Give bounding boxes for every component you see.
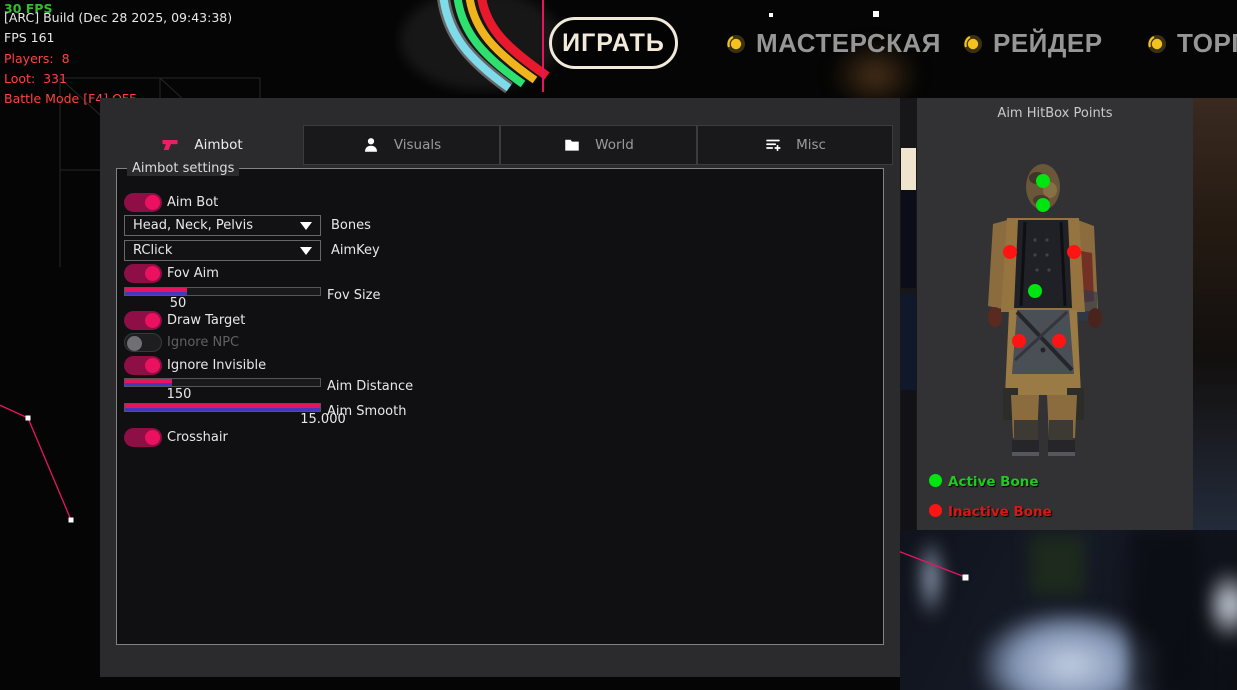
slider-fill [125,288,187,295]
legend-active-dot [929,474,942,487]
legend-inactive-label: Inactive Bone [948,504,1052,520]
fov-aim-label: Fov Aim [167,266,219,281]
toggle-knob [145,313,160,328]
hitbox-point-pelvis[interactable] [1028,284,1042,298]
ignore-invisible-label: Ignore Invisible [167,358,266,373]
aim-distance-value: 150 [151,387,207,402]
slider-fill [125,404,320,411]
hitbox-point-neck[interactable] [1036,198,1050,212]
hitbox-panel-title: Aim HitBox Points [917,106,1193,121]
aim-bot-toggle[interactable] [124,193,162,212]
fov-size-value: 50 [150,296,206,311]
toggle-knob [145,358,160,373]
chevron-down-icon [300,247,312,255]
ignore-invisible-toggle[interactable] [124,356,162,375]
toggle-knob [145,195,160,210]
chevron-down-icon [300,222,312,230]
aim-distance-label: Aim Distance [327,379,413,394]
ignore-npc-label: Ignore NPC [167,335,239,350]
fov-size-slider[interactable] [124,287,321,296]
tab-label: Misc [796,137,826,153]
tab-visuals[interactable]: Visuals [303,125,500,165]
fov-aim-toggle[interactable] [124,264,162,283]
aim-smooth-value: 15.000 [295,412,351,427]
groupbox-title: Aimbot settings [127,161,239,176]
aimkey-label: AimKey [331,243,380,258]
ignore-npc-toggle[interactable] [124,333,162,352]
person-icon [362,136,380,154]
tab-label: World [595,137,634,153]
bones-label: Bones [331,218,371,233]
toggle-knob [145,266,160,281]
hitbox-point-right-thigh[interactable] [1052,334,1066,348]
tab-aimbot[interactable]: Aimbot [100,125,303,165]
folder-icon [563,136,581,154]
bones-dropdown[interactable]: Head, Neck, Pelvis [124,215,321,236]
hitbox-point-right-shoulder[interactable] [1067,245,1081,259]
screen: 30 FPS [ARC] Build (Dec 28 2025, 09:43:3… [0,0,1237,690]
tab-world[interactable]: World [500,125,697,165]
hitbox-point-left-thigh[interactable] [1012,334,1026,348]
legend-active-label: Active Bone [948,474,1039,490]
hitbox-point-head[interactable] [1036,174,1050,188]
tab-misc[interactable]: Misc [697,125,893,165]
crosshair-toggle[interactable] [124,428,162,447]
player-model [955,160,1155,470]
aim-smooth-slider[interactable] [124,403,321,412]
hitbox-point-left-shoulder[interactable] [1003,245,1017,259]
draw-target-toggle[interactable] [124,311,162,330]
legend-inactive-dot [929,504,942,517]
crosshair-label: Crosshair [167,430,228,445]
aimkey-dropdown[interactable]: RClick [124,240,321,261]
aim-bot-label: Aim Bot [167,195,218,210]
toggle-knob [127,336,142,351]
aimkey-dropdown-value: RClick [133,243,300,258]
tab-label: Visuals [394,137,441,153]
pistol-icon [160,135,180,155]
bones-dropdown-value: Head, Neck, Pelvis [133,218,300,233]
toggle-knob [145,430,160,445]
tab-label: Aimbot [194,137,242,153]
sliders-icon [764,136,782,154]
fov-size-label: Fov Size [327,288,380,303]
draw-target-label: Draw Target [167,313,245,328]
aim-distance-slider[interactable] [124,378,321,387]
slider-fill [125,379,172,386]
